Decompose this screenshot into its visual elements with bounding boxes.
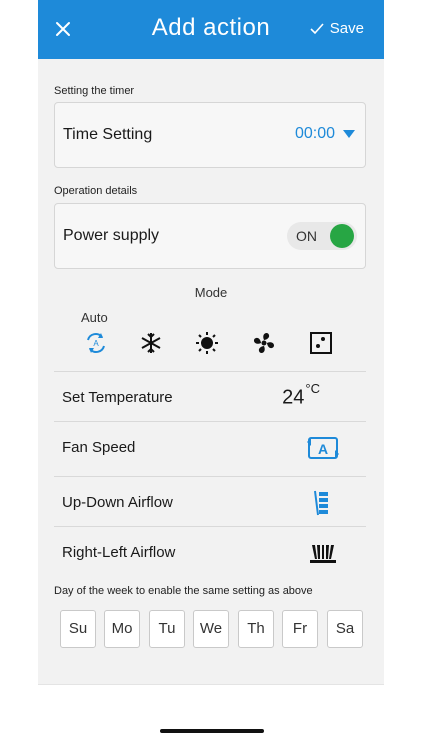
check-icon (310, 22, 324, 34)
action-screen: Add action Save Setting the timer Time S… (38, 0, 384, 750)
save-button[interactable]: Save (310, 20, 364, 37)
day-monday[interactable]: Mo (104, 610, 140, 648)
time-value: 00:00 (294, 125, 335, 142)
timer-section-label: Setting the timer (54, 85, 135, 97)
content-divider (38, 684, 384, 685)
fan-speed-auto-icon: A (306, 434, 340, 462)
time-setting-label: Time Setting (63, 126, 153, 143)
power-state: ON (296, 228, 317, 244)
power-supply-card: Power supply ON (54, 203, 366, 269)
toggle-knob (330, 224, 354, 248)
home-indicator (160, 729, 264, 733)
right-left-airflow-label: Right-Left Airflow (62, 544, 176, 561)
set-temperature-row[interactable]: Set Temperature 24°C (54, 371, 366, 421)
up-down-airflow-label: Up-Down Airflow (62, 494, 173, 511)
cool-mode-icon[interactable] (137, 329, 165, 357)
temperature-value: 24°C (282, 381, 320, 409)
days-section-label: Day of the week to enable the same setti… (54, 585, 313, 597)
power-supply-label: Power supply (63, 227, 160, 244)
set-temperature-label: Set Temperature (62, 389, 173, 406)
form-content: Setting the timer Time Setting 00:00 Ope… (38, 59, 384, 684)
time-setting-card[interactable]: Time Setting 00:00 (54, 102, 366, 168)
fan-mode-icon[interactable] (250, 329, 278, 357)
day-wednesday[interactable]: We (193, 610, 229, 648)
auto-mode-icon[interactable]: A (82, 329, 110, 357)
operation-section-label: Operation details (54, 185, 138, 197)
up-down-airflow-row[interactable]: Up-Down Airflow (54, 476, 366, 526)
svg-text:A: A (318, 441, 328, 457)
power-toggle[interactable]: ON (287, 222, 357, 250)
day-tuesday[interactable]: Tu (149, 610, 185, 648)
mode-selected-label: Auto (81, 310, 108, 325)
right-left-airflow-row[interactable]: Right-Left Airflow (54, 526, 366, 576)
heat-mode-icon[interactable] (193, 329, 221, 357)
day-thursday[interactable]: Th (238, 610, 274, 648)
day-saturday[interactable]: Sa (327, 610, 363, 648)
fan-speed-row[interactable]: Fan Speed A (54, 421, 366, 471)
fan-speed-label: Fan Speed (62, 439, 136, 456)
mode-title: Mode (194, 285, 228, 300)
caret-down-icon (343, 130, 355, 138)
dry-mode-icon[interactable] (307, 329, 335, 357)
save-label: Save (329, 20, 364, 37)
time-setting-dropdown[interactable]: 00:00 (295, 125, 355, 143)
header-bar: Add action Save (38, 0, 384, 59)
up-down-airflow-icon (306, 489, 340, 517)
right-left-airflow-icon (306, 539, 340, 567)
day-sunday[interactable]: Su (60, 610, 96, 648)
svg-text:A: A (93, 339, 99, 348)
day-friday[interactable]: Fr (282, 610, 318, 648)
